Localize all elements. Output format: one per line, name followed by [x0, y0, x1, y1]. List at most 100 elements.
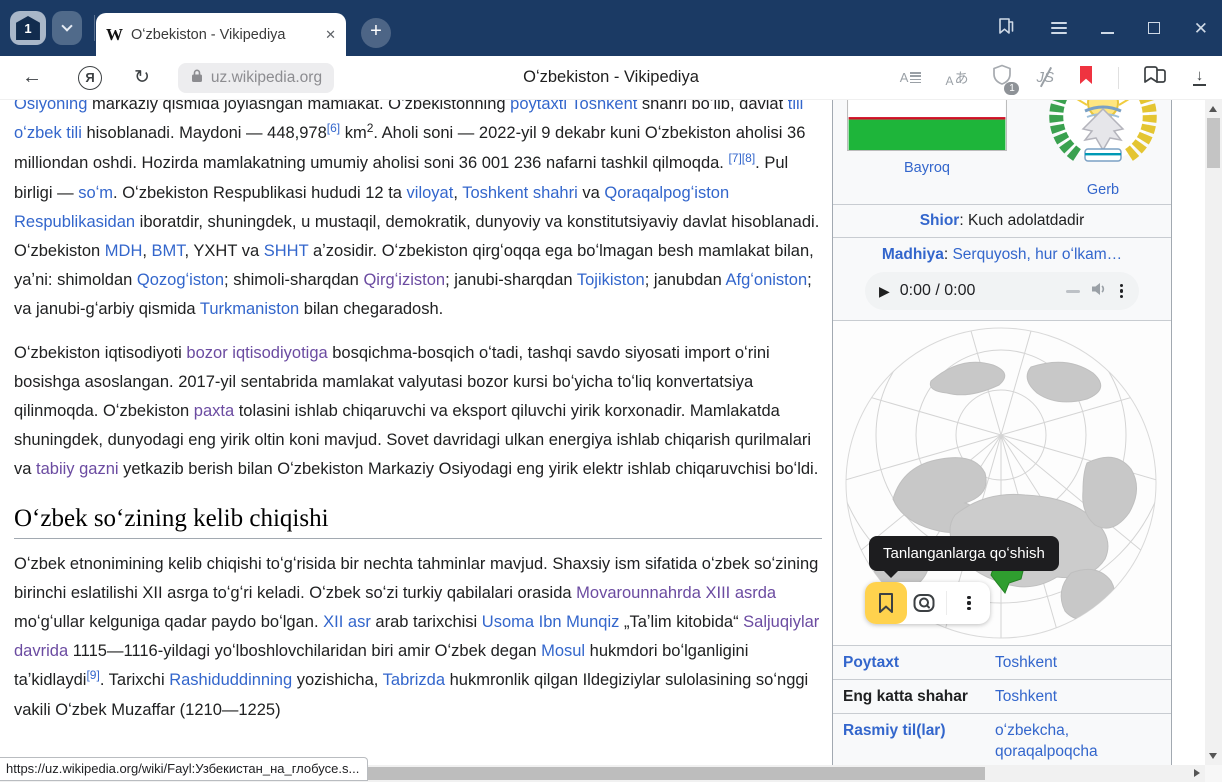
menu-icon[interactable] [1051, 19, 1067, 38]
title-bar: 1 W Oʻzbekiston - Vikipediya ✕ + ✕ [0, 0, 1222, 56]
anthem-title-link[interactable]: Serquyosh, hur oʻlkam… [952, 246, 1122, 263]
visual-search-button[interactable] [906, 585, 942, 621]
vertical-scroll-thumb[interactable] [1207, 118, 1220, 168]
wiki-link[interactable]: Qirgʻiziston [363, 271, 445, 289]
volume-slider[interactable] [1066, 290, 1080, 293]
wiki-link[interactable]: Tojikiston [577, 271, 645, 289]
text-segment: yozishicha, [292, 671, 383, 689]
text-segment: hisoblanadi. Maydoni — 448,978 [82, 124, 327, 142]
text-segment: yetkazib berish bilan Oʻzbekiston Markaz… [119, 460, 819, 478]
motto-text: : Kuch adolatdadir [959, 212, 1084, 229]
bookmarks-panel-icon[interactable] [995, 15, 1017, 42]
reload-button[interactable]: ↻ [134, 66, 150, 89]
divider [94, 15, 95, 41]
wiki-link[interactable]: Toshkent shahri [462, 184, 578, 202]
wiki-link[interactable]: SHHT [264, 242, 309, 260]
wiki-link[interactable]: Osiyoning [14, 100, 87, 113]
audio-player: ▶ 0:00 / 0:00 [865, 272, 1139, 310]
flag-caption-link[interactable]: Bayroq [904, 160, 950, 176]
emblem-caption-link[interactable]: Gerb [1087, 182, 1119, 198]
speaker-icon[interactable] [1090, 281, 1108, 302]
capital-label-link[interactable]: Poytaxt [843, 652, 995, 673]
largest-city-value-link[interactable]: Toshkent [995, 686, 1163, 707]
play-icon[interactable]: ▶ [879, 283, 890, 300]
motto-row: Shior: Kuch adolatdadir [833, 204, 1171, 237]
translate-icon[interactable]: A あ [945, 68, 968, 88]
wikipedia-favicon: W [106, 25, 123, 45]
reader-mode-icon[interactable]: A [900, 70, 922, 85]
wiki-link[interactable]: [6] [327, 121, 340, 135]
close-button[interactable]: ✕ [1194, 20, 1208, 37]
vertical-scrollbar[interactable] [1205, 100, 1222, 765]
wiki-link[interactable]: poytaxti Toshkent [510, 100, 637, 113]
section-heading: Oʻzbek soʻzining kelib chiqishi [14, 504, 822, 539]
wiki-link[interactable]: bozor iqtisodiyotiga [186, 344, 327, 362]
maximize-button[interactable] [1148, 22, 1160, 34]
protect-shield-icon[interactable]: 1 [992, 64, 1012, 91]
minimize-button[interactable] [1101, 32, 1114, 34]
tab-count-badge: 1 [15, 16, 41, 40]
image-hover-toolbar [865, 582, 990, 624]
wiki-link[interactable]: paxta [194, 402, 234, 420]
wiki-link[interactable]: Turkmaniston [200, 300, 299, 318]
yandex-button[interactable]: Я [78, 66, 102, 90]
location-map-row: Tanlanganlarga qoʻshish [833, 320, 1171, 645]
official-languages-label-link[interactable]: Rasmiy til(lar) [843, 720, 995, 762]
scroll-up-arrow[interactable] [1209, 106, 1217, 112]
tab-close-icon[interactable]: ✕ [325, 27, 336, 43]
scroll-down-arrow[interactable] [1209, 753, 1217, 759]
player-menu-icon[interactable] [1118, 282, 1125, 301]
capital-value-link[interactable]: Toshkent [995, 652, 1163, 673]
text-segment: . Oʻzbekiston Respublikasi hududi 12 ta [113, 184, 407, 202]
bookmark-added-icon[interactable] [1078, 65, 1094, 90]
text-segment: ; janubi-sharqdan [445, 271, 577, 289]
globe-map-image[interactable] [835, 631, 1167, 645]
motto-label-link[interactable]: Shior [920, 212, 960, 229]
browser-window: 1 W Oʻzbekiston - Vikipediya ✕ + ✕ [0, 0, 1222, 782]
coat-of-arms-image[interactable] [1047, 100, 1159, 178]
wiki-link[interactable]: viloyat [407, 184, 454, 202]
wiki-link[interactable]: tabiiy gazni [36, 460, 119, 478]
wiki-link[interactable]: Rashiduddinning [169, 671, 292, 689]
anthem-label-link[interactable]: Madhiya [882, 246, 944, 263]
address-bar[interactable]: uz.wikipedia.org [178, 63, 334, 93]
downloads-icon[interactable]: ↓ [1193, 69, 1206, 86]
article-paragraph: Oʻzbek etnonimining kelib chiqishi toʻgʻ… [14, 550, 822, 725]
wiki-link[interactable]: Qozogʻiston [137, 271, 224, 289]
wiki-link[interactable]: Usoma Ibn Munqiz [482, 613, 620, 631]
scrollbar-corner [1205, 765, 1222, 782]
wiki-link[interactable]: Movarounnahrda XIII asrda [576, 584, 776, 602]
wiki-link[interactable]: [9] [86, 668, 99, 682]
new-tab-button[interactable]: + [361, 18, 391, 48]
flag-image[interactable] [847, 100, 1007, 156]
wiki-link[interactable]: Afgʻoniston [725, 271, 807, 289]
back-button[interactable]: ← [22, 66, 42, 89]
text-segment: bilan chegaradosh. [299, 300, 443, 318]
javascript-blocked-icon[interactable]: JS [1036, 69, 1054, 86]
text-segment: markaziy qismida joylashgan mamlakat. Oʻ… [87, 100, 510, 113]
tab-list-dropdown-button[interactable] [52, 11, 82, 45]
text-segment: , [453, 184, 462, 202]
scroll-right-arrow[interactable] [1194, 769, 1200, 777]
wiki-link[interactable]: MDH [105, 242, 143, 260]
text-segment: 2 [367, 121, 374, 135]
player-time: 0:00 / 0:00 [900, 282, 976, 300]
add-to-favorites-button[interactable] [868, 585, 904, 621]
article-paragraph: Oʻzbekiston iqtisodiyoti bozor iqtisodiy… [14, 339, 822, 484]
text-segment: „Taʼlim kitobida“ [619, 613, 743, 631]
official-languages-value-links[interactable]: oʻzbekcha, qoraqalpoqcha [995, 720, 1115, 762]
chevron-down-icon [61, 20, 72, 31]
wiki-link[interactable]: Mosul [541, 642, 585, 660]
lock-icon [190, 68, 204, 88]
collections-icon[interactable] [1143, 64, 1169, 91]
image-more-menu-button[interactable] [951, 585, 987, 621]
wiki-link[interactable]: Tabrizda [383, 671, 445, 689]
wiki-link[interactable]: XII asr [323, 613, 371, 631]
active-tab[interactable]: W Oʻzbekiston - Vikipediya ✕ [96, 13, 346, 56]
tab-counter-button[interactable]: 1 [10, 11, 46, 45]
wiki-link[interactable]: [7][8] [728, 151, 755, 165]
wiki-link[interactable]: soʻm [78, 184, 113, 202]
wiki-link[interactable]: BMT [152, 242, 185, 260]
text-segment: km [340, 124, 367, 142]
infobox-row-largest-city: Eng katta shahar Toshkent [833, 679, 1171, 713]
